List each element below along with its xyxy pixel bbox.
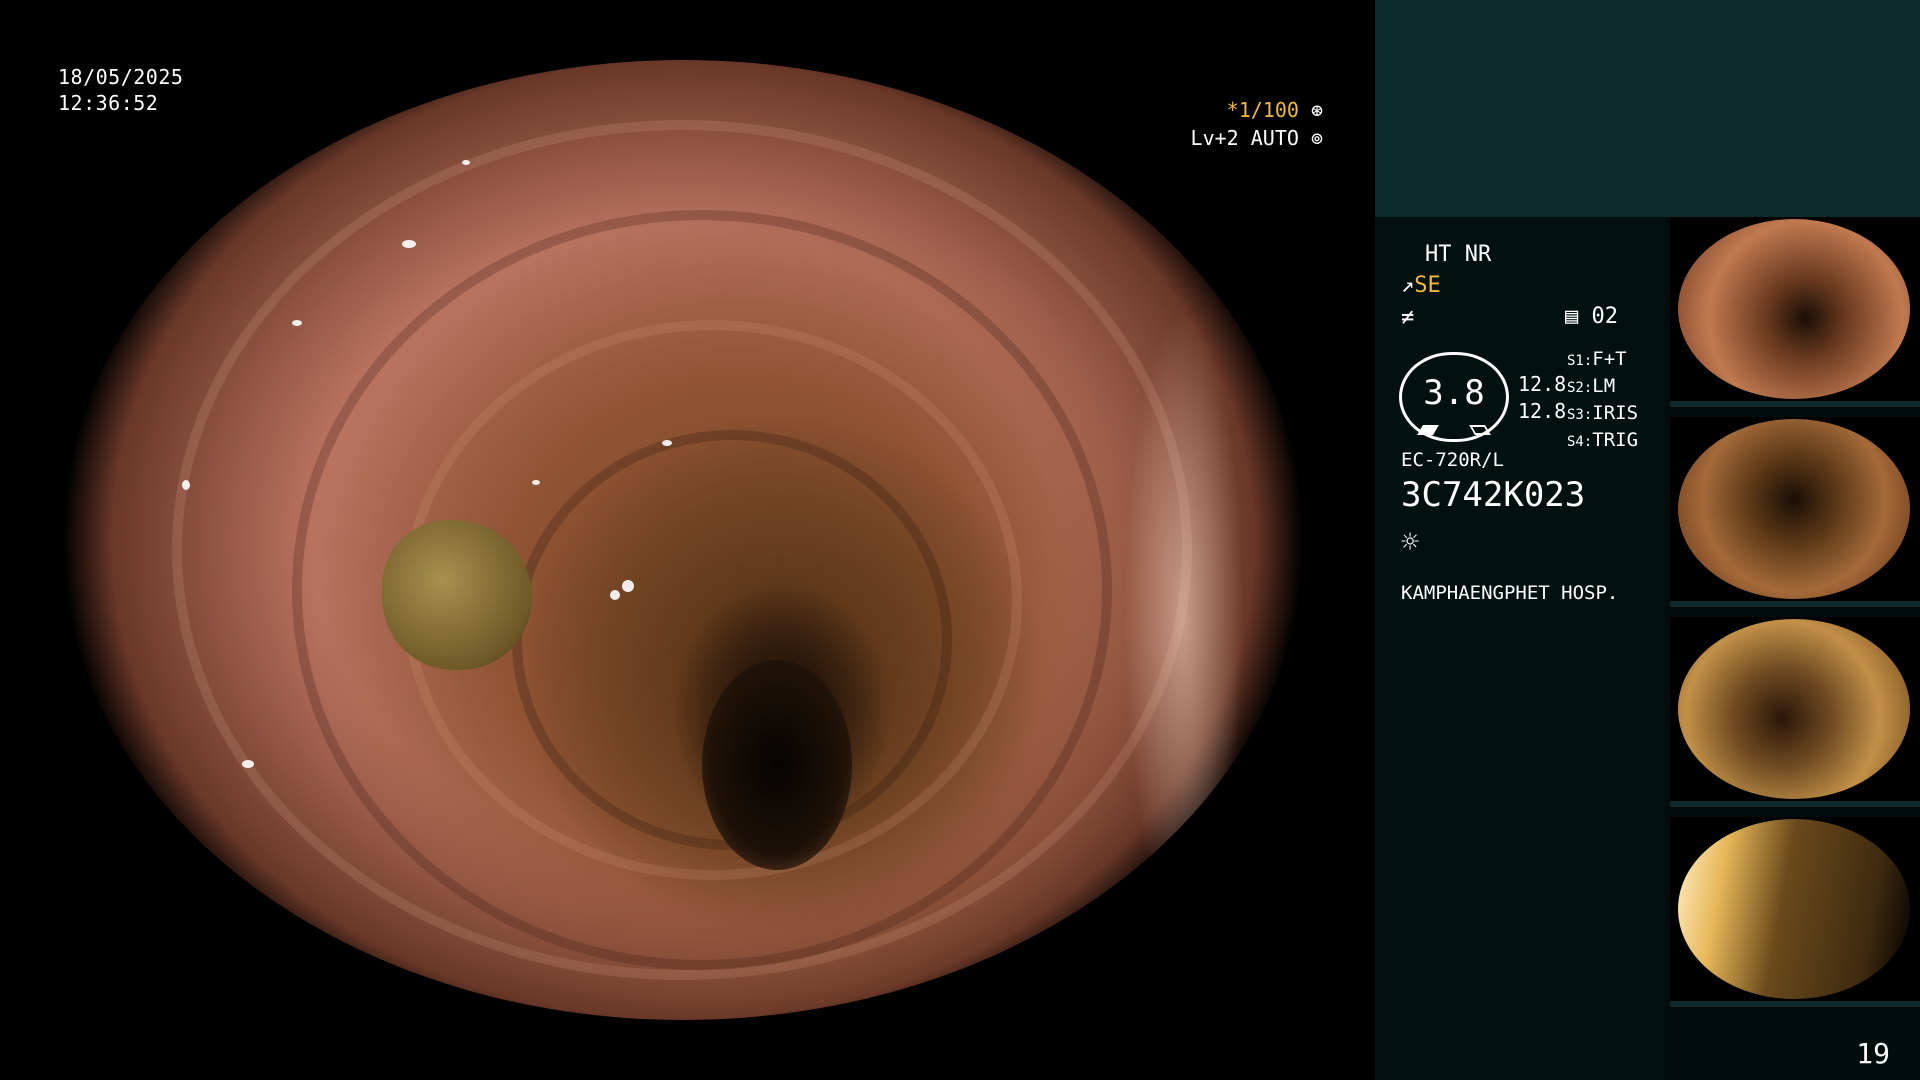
enhancement-icon: ↗ [1401,273,1415,298]
switch-row: S2:LM [1567,375,1616,397]
memory-count: 02 [1591,304,1619,329]
level-value: Lv+2 AUTO [1190,126,1299,150]
thumbnail[interactable] [1670,217,1920,407]
aperture-icon: ⊛ [1310,98,1323,122]
thumbnail[interactable] [1670,817,1920,1007]
shutter-value: *1/100 [1226,98,1299,122]
settings-info: HT NR ↗SE ≠ ▤ 02 3.8 12.8 12.8 S1:F+T S2… [1375,217,1665,1080]
scope-serial: 3C742K023 [1401,475,1586,515]
thumbnail[interactable] [1670,617,1920,807]
switch-row: S4:TRIG [1567,429,1639,451]
thumbnail[interactable] [1670,417,1920,607]
enhancement-mode: SE [1414,273,1441,298]
iris-icon: ⊚ [1310,126,1323,150]
endoscope-image [62,60,1304,1020]
scale-top: 12.8 [1518,372,1567,396]
panel-header-block [1375,0,1920,217]
capture-date: 18/05/2025 [58,65,184,89]
gauge-value: 3.8 [1423,373,1485,413]
thumbnail-strip [1670,217,1920,1017]
switch-row: S3:IRIS [1567,402,1639,424]
capture-datetime: 18/05/2025 12:36:52 [58,64,183,116]
scale-bottom: 12.8 [1518,399,1567,423]
side-panel: HT NR ↗SE ≠ ▤ 02 3.8 12.8 12.8 S1:F+T S2… [1375,0,1920,1080]
lumen [702,660,852,870]
hospital-name: KAMPHAENGPHET HOSP. [1401,582,1619,604]
enhancement-row: ↗SE [1401,273,1441,298]
scope-model: EC-720R/L [1401,449,1504,471]
image-number: 19 [1856,1037,1890,1070]
endoscopy-main-view: 18/05/2025 12:36:52 *1/100 ⊛ Lv+2 AUTO ⊚ [0,0,1375,1080]
processing-mode: HT NR [1425,242,1492,267]
zoom-gauge: 3.8 [1399,352,1509,442]
lesion [382,520,532,670]
shutter-indicator: *1/100 ⊛ [1227,98,1323,122]
freeze-icon: ≠ [1401,305,1415,330]
capture-time: 12:36:52 [58,91,159,115]
memory-card-icon: ▤ [1565,304,1579,329]
memory-row: ▤ 02 [1565,304,1618,329]
light-icon: ☼ [1401,525,1420,560]
level-indicator: Lv+2 AUTO ⊚ [1191,126,1323,150]
switch-list: S1:F+T S2:LM S3:IRIS S4:TRIG [1567,347,1638,455]
switch-row: S1:F+T [1567,348,1627,370]
